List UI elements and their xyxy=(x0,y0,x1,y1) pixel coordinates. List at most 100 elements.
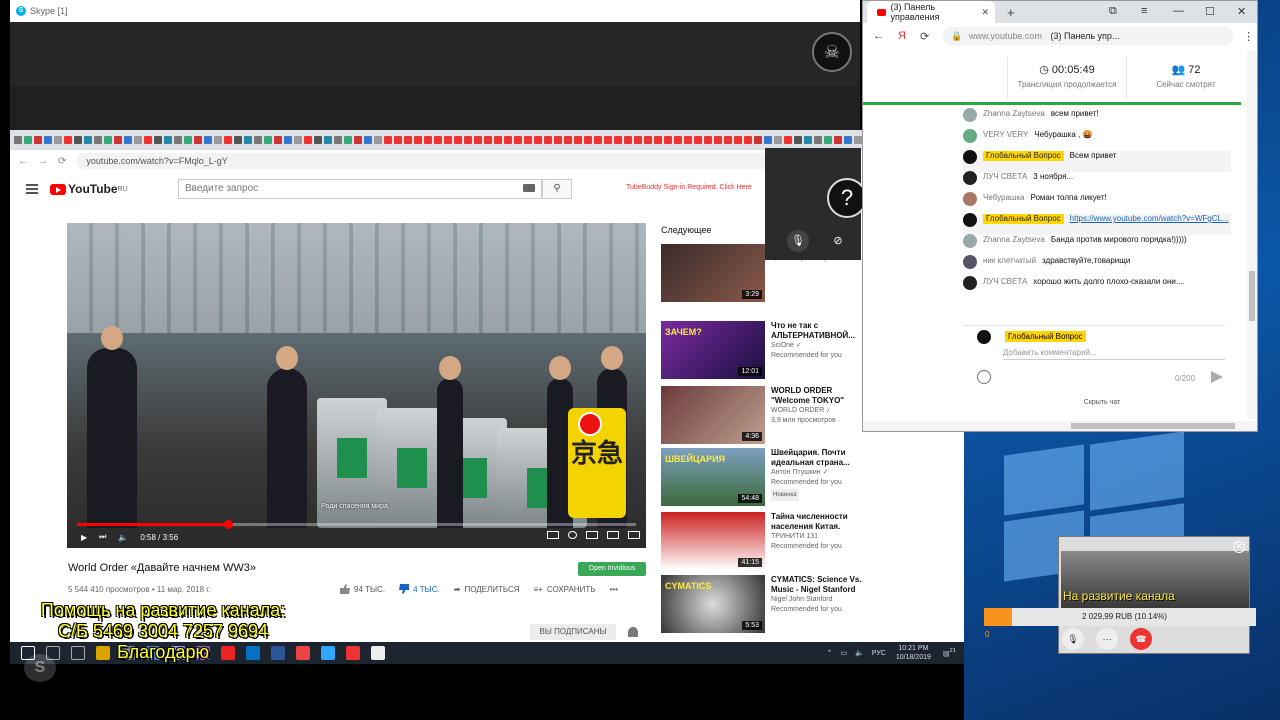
tab-favicon[interactable] xyxy=(494,136,502,144)
tab-favicon[interactable] xyxy=(574,136,582,144)
menu-icon[interactable] xyxy=(26,184,38,194)
tab-favicon[interactable] xyxy=(174,136,182,144)
volume-icon[interactable]: 🔈 xyxy=(855,649,864,657)
reload-icon[interactable]: ⟳ xyxy=(58,156,66,167)
back-icon[interactable]: ← xyxy=(873,30,884,42)
tab-favicon[interactable] xyxy=(94,136,102,144)
recommendation-item[interactable]: 41:15 Тайна численности населения Китая. Т… xyxy=(661,512,866,570)
tab-favicon[interactable] xyxy=(54,136,62,144)
tab-favicon[interactable] xyxy=(594,136,602,144)
tab-favicon[interactable] xyxy=(14,136,22,144)
tab-favicon[interactable] xyxy=(44,136,52,144)
network-icon[interactable]: ▭ xyxy=(840,649,847,657)
tab-favicon[interactable] xyxy=(504,136,512,144)
notifications-icon[interactable]: ▤21 xyxy=(943,648,956,657)
volume-icon[interactable]: 🔈 xyxy=(118,533,128,542)
recommendation-item[interactable]: 4:36 WORLD ORDER "Welcome TOKYO" WORLD ORD… xyxy=(661,386,866,444)
tab-favicon[interactable] xyxy=(34,136,42,144)
tab-favicon[interactable] xyxy=(824,136,832,144)
fullscreen-icon[interactable] xyxy=(628,531,640,539)
tab-favicon[interactable] xyxy=(614,136,622,144)
tab-favicon[interactable] xyxy=(764,136,772,144)
recommendation-item[interactable]: CYMATICS 5:53 CYMATICS: Science Vs. Music … xyxy=(661,575,866,633)
tab-favicon[interactable] xyxy=(374,136,382,144)
bell-icon[interactable] xyxy=(628,627,638,637)
maximize-icon[interactable]: ☐ xyxy=(1205,5,1215,18)
reload-icon[interactable]: ⟳ xyxy=(920,30,929,43)
bookmarks-icon[interactable]: ⧉ xyxy=(1109,5,1117,18)
progress-scrubber[interactable] xyxy=(223,520,233,529)
clapper-icon[interactable] xyxy=(371,646,385,660)
tab-favicon[interactable] xyxy=(274,136,282,144)
yandex-icon[interactable]: Я xyxy=(898,30,906,42)
video-thumbnail[interactable]: ШВЕЙЦАРИЯ 54:48 xyxy=(661,448,765,506)
emoji-icon[interactable] xyxy=(977,370,991,384)
chat-author[interactable]: Zhanna Zaytseva xyxy=(983,109,1045,119)
tab-favicon[interactable] xyxy=(534,136,542,144)
forward-icon[interactable]: → xyxy=(38,156,48,167)
next-icon[interactable]: ⏭ xyxy=(99,532,106,542)
horizontal-scrollbar[interactable] xyxy=(863,421,1257,431)
tab-favicon[interactable] xyxy=(834,136,842,144)
tab-favicon[interactable] xyxy=(214,136,222,144)
tab-favicon[interactable] xyxy=(694,136,702,144)
chat-avatar[interactable] xyxy=(963,276,977,290)
chat-author[interactable]: Глобальный Вопрос xyxy=(983,151,1064,161)
tab-favicon[interactable] xyxy=(434,136,442,144)
tab-favicon[interactable] xyxy=(524,136,532,144)
tab-favicon[interactable] xyxy=(334,136,342,144)
tab-favicon[interactable] xyxy=(794,136,802,144)
comment-input[interactable]: Добавить комментарий... xyxy=(1003,348,1225,360)
tab-favicon[interactable] xyxy=(124,136,132,144)
hide-chat-button[interactable]: Скрыть чат xyxy=(963,399,1241,406)
recommendation-item[interactable]: ШВЕЙЦАРИЯ 54:48 Швейцария. Почти идеальная… xyxy=(661,448,866,506)
tab-favicon[interactable] xyxy=(184,136,192,144)
hang-up-icon[interactable]: ☎ xyxy=(1130,628,1152,650)
more-icon[interactable]: ⋯ xyxy=(1096,628,1118,650)
tab-favicon[interactable] xyxy=(754,136,762,144)
chat-avatar[interactable] xyxy=(963,234,977,248)
tab-favicon[interactable] xyxy=(254,136,262,144)
more-button[interactable]: ••• xyxy=(609,585,617,594)
video-thumbnail[interactable]: CYMATICS 5:53 xyxy=(661,575,765,633)
tab-favicon[interactable] xyxy=(74,136,82,144)
tab-favicon[interactable] xyxy=(224,136,232,144)
mic-icon[interactable]: 🎙 xyxy=(1062,628,1084,650)
tab-favicon[interactable] xyxy=(814,136,822,144)
close-icon[interactable]: ✕ xyxy=(1233,541,1245,553)
dislike-button[interactable]: 4 ТЫС. xyxy=(399,584,440,594)
tab-favicon[interactable] xyxy=(454,136,462,144)
theater-icon[interactable] xyxy=(607,531,619,539)
like-button[interactable]: 94 ТЫС. xyxy=(340,584,385,594)
chat-author[interactable]: ЛУЧ СВЕТА xyxy=(983,172,1027,182)
tab-favicon[interactable] xyxy=(804,136,812,144)
tab-favicon[interactable] xyxy=(624,136,632,144)
close-tab-icon[interactable]: ✕ xyxy=(981,7,989,18)
skype-caller-avatar[interactable]: ☠ xyxy=(812,32,852,72)
new-tab-icon[interactable]: + xyxy=(1007,5,1015,20)
keyboard-icon[interactable] xyxy=(523,184,535,192)
tab-favicon[interactable] xyxy=(314,136,322,144)
tab-favicon[interactable] xyxy=(444,136,452,144)
video-thumbnail[interactable]: 41:15 xyxy=(661,512,765,570)
tab-favicon[interactable] xyxy=(134,136,142,144)
language-indicator[interactable]: РУС xyxy=(872,650,886,657)
tab-favicon[interactable] xyxy=(204,136,212,144)
chat-author[interactable]: ЛУЧ СВЕТА xyxy=(983,277,1027,287)
yandex-icon[interactable] xyxy=(346,646,360,660)
video-progress-bar[interactable] xyxy=(77,520,636,529)
tab-favicon[interactable] xyxy=(164,136,172,144)
video-thumbnail[interactable]: 4:36 xyxy=(661,386,765,444)
tab-favicon[interactable] xyxy=(744,136,752,144)
tab-favicon[interactable] xyxy=(404,136,412,144)
tab-favicon[interactable] xyxy=(724,136,732,144)
tab-favicon[interactable] xyxy=(424,136,432,144)
recommendation-channel[interactable]: WORLD ORDER ♪ xyxy=(771,406,866,416)
camera-off-icon[interactable]: ⊘ xyxy=(827,230,849,252)
chat-avatar[interactable] xyxy=(963,150,977,164)
back-icon[interactable]: ← xyxy=(18,156,28,167)
tab-favicon[interactable] xyxy=(474,136,482,144)
tab-favicon[interactable] xyxy=(484,136,492,144)
save-button[interactable]: ≡+ СОХРАНИТЬ xyxy=(534,585,596,594)
tab-favicon[interactable] xyxy=(584,136,592,144)
